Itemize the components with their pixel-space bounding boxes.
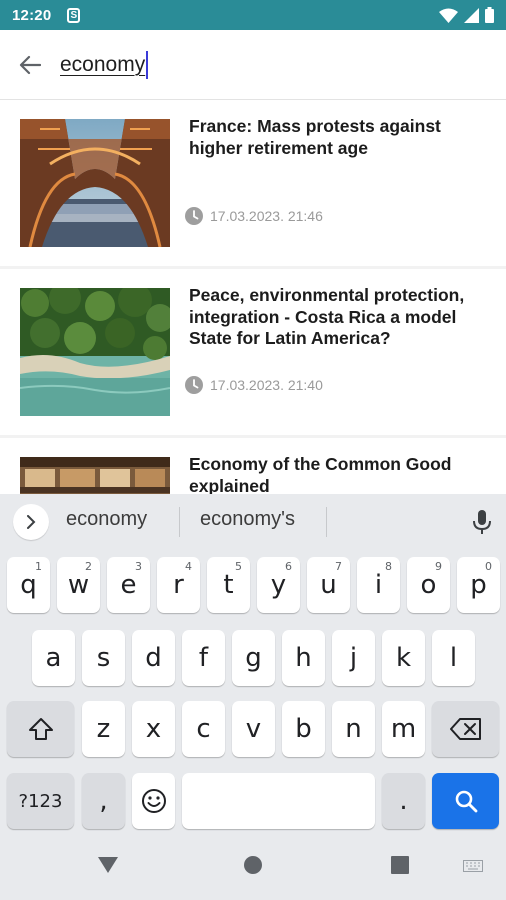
key-v[interactable]: v <box>232 701 275 757</box>
key-s[interactable]: s <box>82 630 125 686</box>
article-list: France: Mass protests against higher ret… <box>0 100 506 494</box>
key-d[interactable]: d <box>132 630 175 686</box>
key-x[interactable]: x <box>132 701 175 757</box>
key-j[interactable]: j <box>332 630 375 686</box>
article-meta: 17.03.2023. 21:46 <box>184 206 323 226</box>
key-r[interactable]: 4r <box>157 557 200 613</box>
status-bar: 12:20 S <box>0 0 506 30</box>
key-g[interactable]: g <box>232 630 275 686</box>
article-thumbnail <box>20 119 170 247</box>
article-thumbnail <box>20 288 170 416</box>
key-n[interactable]: n <box>332 701 375 757</box>
article-title: France: Mass protests against higher ret… <box>189 116 441 158</box>
keyboard-switch-icon[interactable] <box>463 860 483 872</box>
suggestion-item[interactable]: economy's <box>200 508 295 531</box>
sim-icon: S <box>67 7 81 23</box>
suggestion-bar: economy economy's <box>0 494 506 550</box>
key-o[interactable]: 9o <box>407 557 450 613</box>
space-key[interactable] <box>182 773 375 829</box>
search-input[interactable]: economy <box>60 45 149 85</box>
signal-icon <box>464 7 479 23</box>
chevron-right-icon <box>27 515 36 529</box>
system-nav-bar <box>0 830 506 900</box>
key-t[interactable]: 5t <box>207 557 250 613</box>
key-b[interactable]: b <box>282 701 325 757</box>
search-toolbar: economy <box>0 30 506 100</box>
key-c[interactable]: c <box>182 701 225 757</box>
key-u[interactable]: 7u <box>307 557 350 613</box>
key-w[interactable]: 2w <box>57 557 100 613</box>
wifi-icon <box>439 8 458 23</box>
backspace-icon <box>449 718 481 740</box>
on-screen-keyboard: economy economy's 1q 2w 3e 4r 5t 6y 7u 8… <box>0 494 506 900</box>
clock-icon <box>185 207 203 225</box>
key-i[interactable]: 8i <box>357 557 400 613</box>
search-enter-key[interactable] <box>432 773 499 829</box>
battery-icon <box>485 7 494 23</box>
article-item[interactable]: France: Mass protests against higher ret… <box>0 100 506 266</box>
search-icon <box>455 790 477 813</box>
clock-icon <box>185 376 203 394</box>
shift-icon <box>28 718 53 740</box>
article-meta: 17.03.2023. 21:40 <box>184 375 323 395</box>
key-a[interactable]: a <box>32 630 75 686</box>
suggestion-divider <box>179 507 180 537</box>
expand-suggestions-button[interactable] <box>13 504 49 540</box>
symbols-key[interactable]: ?123 <box>7 773 74 829</box>
article-datetime: 17.03.2023. 21:40 <box>210 377 323 393</box>
shift-key[interactable] <box>7 701 74 757</box>
key-k[interactable]: k <box>382 630 425 686</box>
key-e[interactable]: 3e <box>107 557 150 613</box>
article-title: Economy of the Common Good explained <box>189 454 452 494</box>
key-f[interactable]: f <box>182 630 225 686</box>
backspace-key[interactable] <box>432 701 499 757</box>
suggestion-divider <box>326 507 327 537</box>
microphone-icon[interactable] <box>470 508 494 536</box>
key-p[interactable]: 0p <box>457 557 500 613</box>
recents-square-icon[interactable] <box>391 856 409 874</box>
key-l[interactable]: l <box>432 630 475 686</box>
comma-key[interactable]: , <box>82 773 125 829</box>
back-triangle-icon[interactable] <box>97 856 119 874</box>
suggestion-item[interactable]: economy <box>66 508 147 531</box>
article-item[interactable]: Peace, environmental protection, integra… <box>0 269 506 435</box>
period-key[interactable]: . <box>382 773 425 829</box>
key-h[interactable]: h <box>282 630 325 686</box>
key-z[interactable]: z <box>82 701 125 757</box>
key-m[interactable]: m <box>382 701 425 757</box>
emoji-icon <box>141 789 166 813</box>
emoji-key[interactable] <box>132 773 175 829</box>
key-q[interactable]: 1q <box>7 557 50 613</box>
article-title: Peace, environmental protection, integra… <box>189 285 465 348</box>
back-arrow-icon <box>19 55 41 74</box>
article-datetime: 17.03.2023. 21:46 <box>210 208 323 224</box>
search-query: economy <box>60 52 146 76</box>
article-thumbnail <box>20 457 170 494</box>
back-button[interactable] <box>0 30 60 100</box>
article-item[interactable]: Economy of the Common Good explained <box>0 438 506 494</box>
status-icons <box>439 7 494 23</box>
home-circle-icon[interactable] <box>244 856 262 874</box>
key-y[interactable]: 6y <box>257 557 300 613</box>
status-time: 12:20 <box>12 6 52 24</box>
text-caret <box>146 50 149 79</box>
